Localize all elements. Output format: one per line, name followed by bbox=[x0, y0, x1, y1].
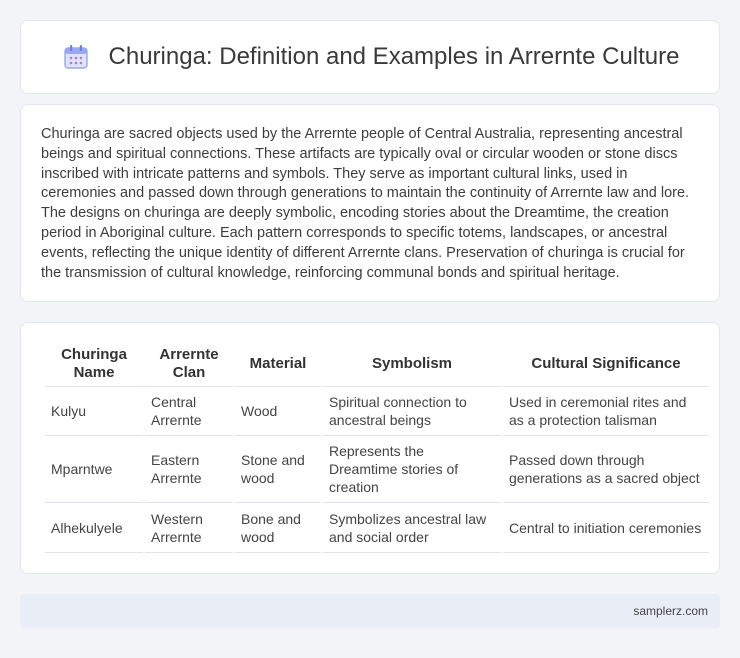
footer-site-link[interactable]: samplerz.com bbox=[633, 604, 708, 618]
calendar-icon bbox=[61, 42, 91, 72]
column-header-symbolism: Symbolism bbox=[323, 341, 501, 387]
cell-significance: Central to initiation ceremonies bbox=[503, 503, 709, 553]
table-row: Kulyu Central Arrernte Wood Spiritual co… bbox=[45, 387, 709, 436]
churinga-table: Churinga Name Arrernte Clan Material Sym… bbox=[43, 341, 711, 553]
table-row: Alhekulyele Western Arrernte Bone and wo… bbox=[45, 503, 709, 553]
column-header-clan: Arrernte Clan bbox=[145, 341, 233, 387]
cell-symbolism: Symbolizes ancestral law and social orde… bbox=[323, 503, 501, 553]
header-card: Churinga: Definition and Examples in Arr… bbox=[20, 20, 720, 94]
footer-bar: samplerz.com bbox=[20, 594, 720, 628]
intro-paragraph: Churinga are sacred objects used by the … bbox=[41, 126, 690, 281]
cell-clan: Central Arrernte bbox=[145, 387, 233, 436]
table-card: Churinga Name Arrernte Clan Material Sym… bbox=[20, 322, 720, 574]
cell-name: Kulyu bbox=[45, 387, 143, 436]
cell-significance: Passed down through generations as a sac… bbox=[503, 436, 709, 503]
title-wrap: Churinga: Definition and Examples in Arr… bbox=[61, 42, 680, 72]
cell-clan: Western Arrernte bbox=[145, 503, 233, 553]
table-header-row: Churinga Name Arrernte Clan Material Sym… bbox=[45, 341, 709, 387]
column-header-material: Material bbox=[235, 341, 321, 387]
cell-name: Alhekulyele bbox=[45, 503, 143, 553]
page-title: Churinga: Definition and Examples in Arr… bbox=[108, 43, 680, 70]
cell-significance: Used in ceremonial rites and as a protec… bbox=[503, 387, 709, 436]
cell-symbolism: Spiritual connection to ancestral beings bbox=[323, 387, 501, 436]
cell-material: Bone and wood bbox=[235, 503, 321, 553]
cell-material: Wood bbox=[235, 387, 321, 436]
intro-card: Churinga are sacred objects used by the … bbox=[20, 104, 720, 302]
column-header-name: Churinga Name bbox=[45, 341, 143, 387]
column-header-significance: Cultural Significance bbox=[503, 341, 709, 387]
cell-symbolism: Represents the Dreamtime stories of crea… bbox=[323, 436, 501, 503]
cell-material: Stone and wood bbox=[235, 436, 321, 503]
table-row: Mparntwe Eastern Arrernte Stone and wood… bbox=[45, 436, 709, 503]
cell-name: Mparntwe bbox=[45, 436, 143, 503]
cell-clan: Eastern Arrernte bbox=[145, 436, 233, 503]
